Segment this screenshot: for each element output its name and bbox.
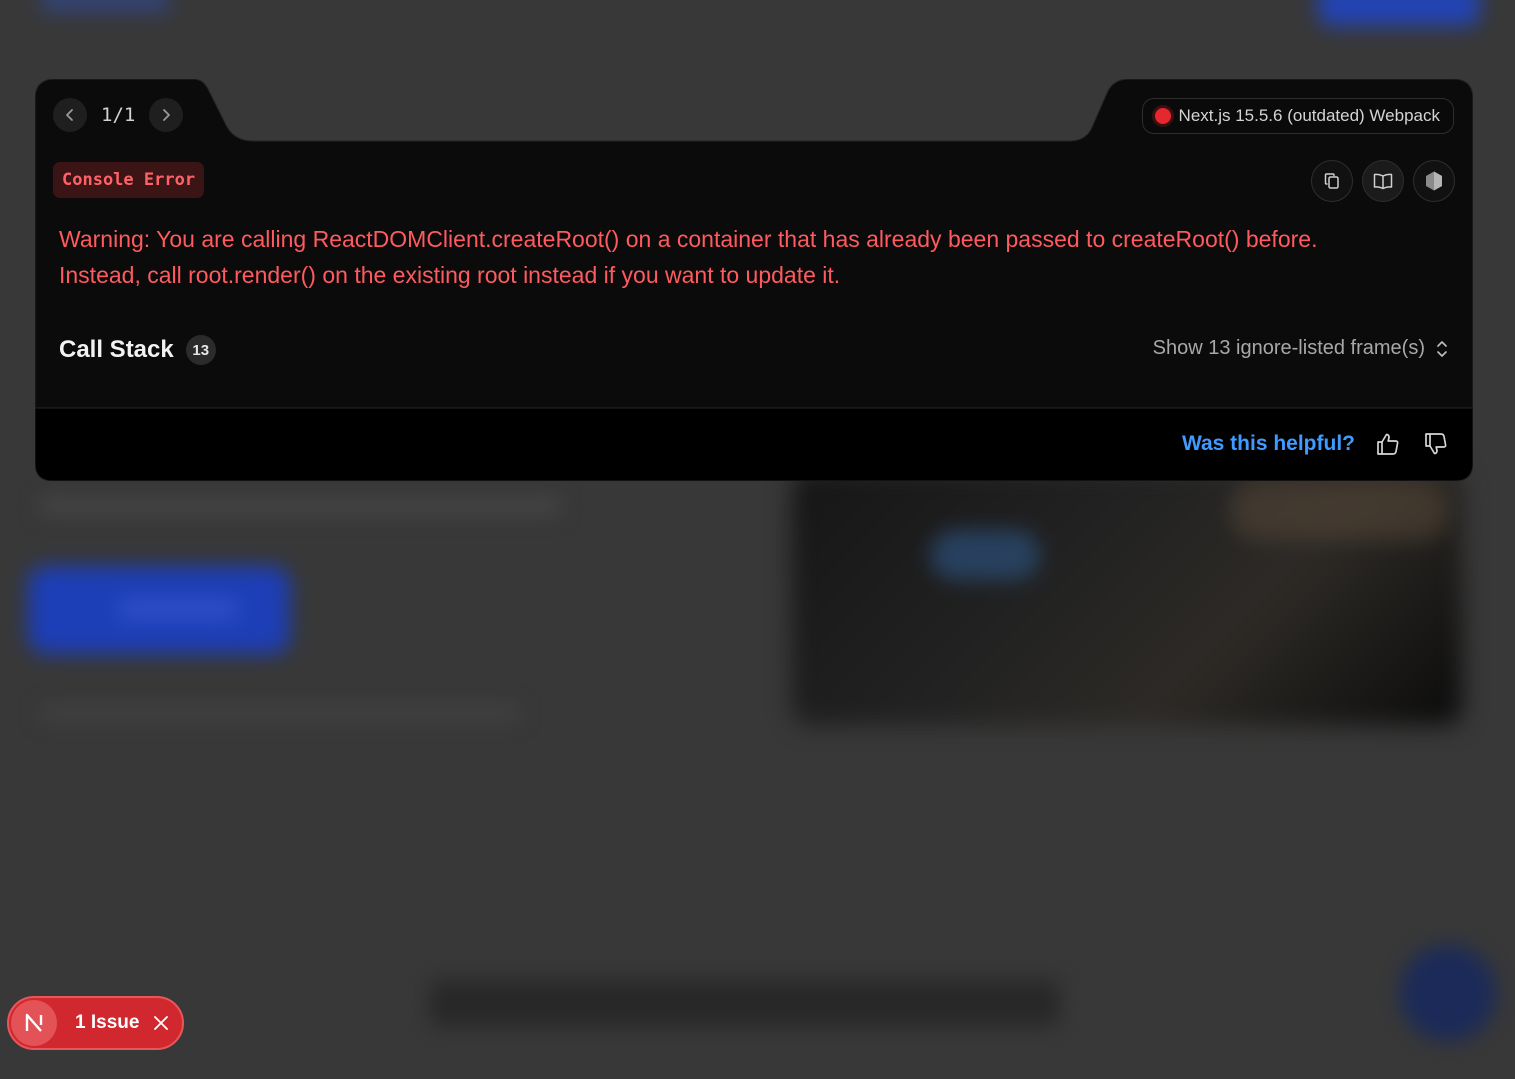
background-nav-link [40, 0, 170, 12]
next-error-button[interactable] [149, 98, 184, 132]
call-stack-title: Call Stack [59, 336, 174, 363]
thumbs-up-icon [1377, 433, 1399, 455]
copy-icon [1324, 173, 1339, 189]
show-ignored-frames-toggle[interactable]: Show 13 ignore-listed frame(s) [1153, 337, 1449, 360]
error-pagination: 1/1 [53, 98, 184, 132]
docs-button[interactable] [1362, 160, 1404, 202]
feedback-prompt: Was this helpful? [1181, 432, 1355, 455]
background-image-highlight [1230, 480, 1450, 540]
close-issues-button[interactable] [151, 1013, 171, 1033]
error-message-line: Warning: You are calling ReactDOMClient.… [59, 226, 1318, 252]
nextjs-version-badge[interactable]: Next.js 15.5.6 (outdated) Webpack [1141, 98, 1454, 134]
call-stack-header: Call Stack 13 [59, 335, 216, 365]
feedback-group: Was this helpful? [1182, 429, 1451, 459]
thumbs-up-button[interactable] [1373, 429, 1403, 459]
copy-error-button[interactable] [1311, 160, 1353, 202]
background-image-highlight [930, 530, 1040, 580]
show-ignored-frames-label: Show 13 ignore-listed frame(s) [1152, 337, 1425, 359]
chevron-up-down-icon [1437, 340, 1447, 357]
node-inspector-button[interactable] [1413, 160, 1455, 202]
issue-count-button[interactable]: 1 Issue [75, 1012, 139, 1034]
previous-error-button[interactable] [53, 98, 87, 132]
version-label: Next.js 15.5.6 (outdated) Webpack [1178, 106, 1440, 125]
nextjs-logo-icon [25, 1013, 43, 1032]
thumbs-down-icon [1425, 433, 1447, 455]
nextjs-logo-button[interactable] [11, 1000, 57, 1046]
error-toolbar [1311, 160, 1455, 202]
version-status-dot [1154, 108, 1171, 124]
error-message: Warning: You are calling ReactDOMClient.… [59, 221, 1439, 293]
background-cta-text [118, 598, 238, 620]
chevron-left-icon [66, 109, 73, 121]
background-section-heading [430, 980, 1060, 1026]
background-text-line [40, 706, 520, 720]
close-icon [154, 1016, 169, 1030]
issues-indicator: 1 Issue [7, 996, 184, 1050]
book-icon [1373, 173, 1393, 190]
chevron-right-icon [163, 109, 171, 121]
error-page-count: 1/1 [101, 104, 136, 126]
background-nav-button [1318, 0, 1480, 26]
error-overlay-dialog: 1/1 Next.js 15.5.6 (outdated) Webpack Co… [35, 79, 1473, 481]
node-icon [1426, 171, 1442, 191]
error-type-badge: Console Error [53, 162, 205, 198]
call-stack-count-badge: 13 [185, 335, 216, 365]
dialog-footer: Was this helpful? [35, 408, 1473, 481]
error-message-line: Instead, call root.render() on the exist… [59, 262, 841, 288]
background-text-line [40, 498, 560, 514]
thumbs-down-button[interactable] [1421, 429, 1451, 459]
background-floating-button [1400, 945, 1496, 1041]
